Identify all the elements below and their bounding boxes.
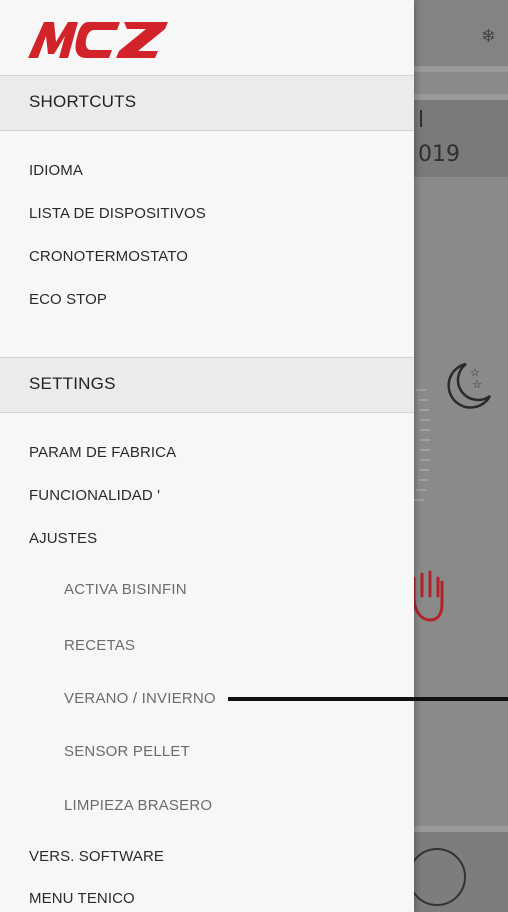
- menu-item-ajustes[interactable]: AJUSTES: [29, 530, 97, 547]
- background-divider: [410, 826, 508, 832]
- section-header-settings: SETTINGS: [0, 357, 414, 413]
- menu-item-menu-tecnico[interactable]: MENU TENICO: [29, 890, 135, 907]
- menu-item-funcionalidad[interactable]: FUNCIONALIDAD ': [29, 487, 160, 504]
- submenu-item-recetas[interactable]: RECETAS: [64, 637, 135, 654]
- submenu-item-sensor-pellet[interactable]: SENSOR PELLET: [64, 743, 190, 760]
- background-divider: [410, 94, 508, 100]
- background-divider: [410, 66, 508, 72]
- menu-item-vers-software[interactable]: VERS. SOFTWARE: [29, 848, 164, 865]
- submenu-item-limpieza-brasero[interactable]: LIMPIEZA BRASERO: [64, 797, 212, 814]
- menu-item-eco-stop[interactable]: ECO STOP: [29, 291, 107, 308]
- menu-item-param-fabrica[interactable]: PARAM DE FABRICA: [29, 444, 176, 461]
- submenu-item-activa-bisinfin[interactable]: ACTIVA BISINFIN: [64, 581, 187, 598]
- menu-item-idioma[interactable]: IDIOMA: [29, 162, 83, 179]
- background-text: l: [418, 108, 425, 133]
- section-header-shortcuts: SHORTCUTS: [0, 75, 414, 131]
- hand-icon[interactable]: [410, 568, 444, 624]
- navigation-drawer: SHORTCUTS IDIOMA LISTA DE DISPOSITIVOS C…: [0, 0, 414, 912]
- submenu-item-verano-invierno[interactable]: VERANO / INVIERNO: [64, 690, 216, 707]
- pointer-annotation-line: [228, 697, 508, 701]
- mcz-logo: [28, 22, 168, 58]
- svg-text:☆: ☆: [472, 378, 482, 391]
- menu-item-cronotermostato[interactable]: CRONOTERMOSTATO: [29, 248, 188, 265]
- background-date: 019: [418, 142, 460, 167]
- menu-item-lista-dispositivos[interactable]: LISTA DE DISPOSITIVOS: [29, 205, 206, 222]
- moon-stars-icon[interactable]: ☆ ☆: [440, 356, 496, 412]
- snowflake-icon[interactable]: ❄: [481, 26, 496, 47]
- section-title: SETTINGS: [29, 374, 116, 393]
- power-button[interactable]: [408, 848, 466, 906]
- section-title: SHORTCUTS: [29, 92, 137, 111]
